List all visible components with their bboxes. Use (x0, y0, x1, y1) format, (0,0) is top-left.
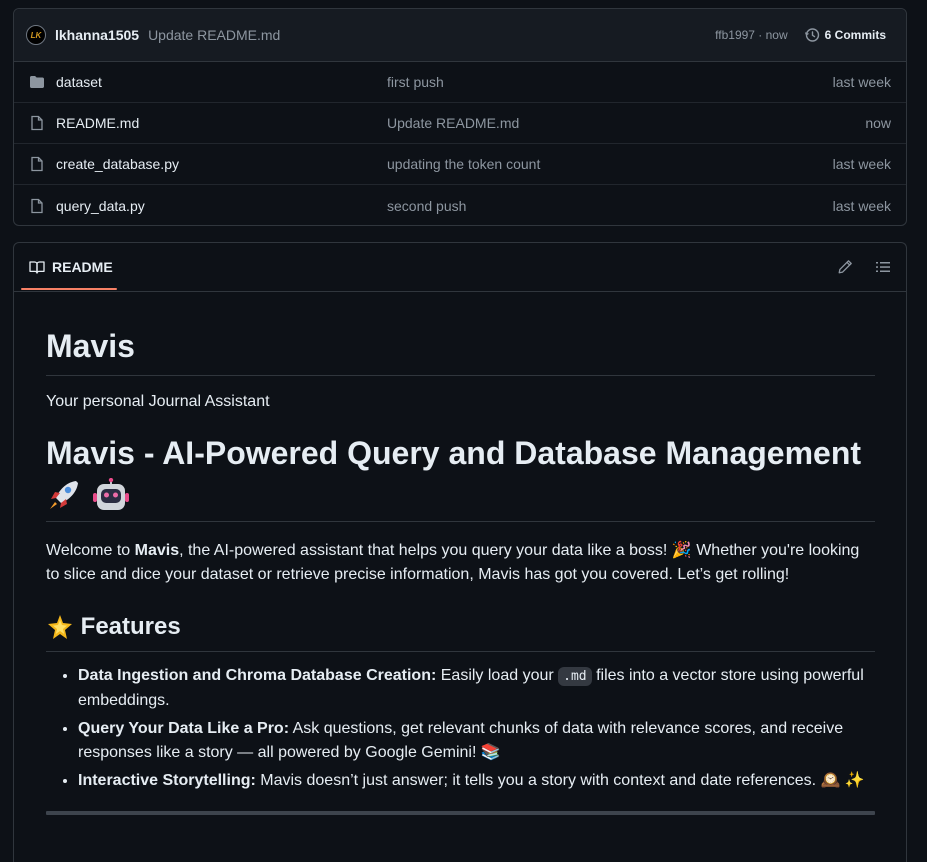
intro-prefix: Welcome to (46, 541, 135, 559)
file-commit-message[interactable]: updating the token count (387, 156, 540, 172)
file-icon (29, 156, 45, 172)
commit-author[interactable]: lkhanna1505 (55, 27, 139, 43)
glowing-star-icon (48, 615, 72, 640)
robot-icon (92, 478, 129, 511)
inline-code: .md (558, 666, 592, 686)
commits-count-label: 6 Commits (824, 28, 886, 42)
file-name[interactable]: query_data.py (56, 198, 387, 214)
file-commit-message[interactable]: Update README.md (387, 115, 519, 131)
file-date: last week (832, 74, 891, 90)
features-list: Data Ingestion and Chroma Database Creat… (46, 664, 875, 793)
list-item: Query Your Data Like a Pro: Ask question… (78, 717, 875, 765)
readme-intro: Welcome to Mavis, the AI-powered assista… (46, 539, 875, 587)
readme-header: README (14, 243, 906, 292)
intro-bold: Mavis (134, 541, 180, 559)
file-name[interactable]: README.md (56, 115, 387, 131)
file-row-dataset[interactable]: dataset first push last week (14, 62, 906, 103)
readme-tagline: Your personal Journal Assistant (46, 392, 270, 410)
main-heading-text: Mavis - AI-Powered Query and Database Ma… (46, 434, 862, 471)
tab-readme[interactable]: README (29, 243, 113, 292)
author-avatar[interactable]: LK (26, 25, 46, 45)
readme-title: Mavis (46, 328, 875, 376)
file-icon (29, 115, 45, 131)
feature-title: Query Your Data Like a Pro: (78, 719, 290, 737)
latest-commit-bar: LK lkhanna1505 Update README.md ffb1997 … (14, 9, 906, 62)
file-row-query-data[interactable]: query_data.py second push last week (14, 185, 906, 226)
active-tab-indicator (21, 288, 117, 290)
file-commit-message[interactable]: first push (387, 74, 444, 90)
list-item: Data Ingestion and Chroma Database Creat… (78, 664, 875, 713)
file-list: LK lkhanna1505 Update README.md ffb1997 … (13, 8, 907, 226)
commit-message[interactable]: Update README.md (148, 27, 280, 43)
feature-text: Mavis doesn’t just answer; it tells you … (255, 771, 865, 789)
book-icon (29, 261, 45, 274)
tab-readme-label: README (52, 259, 113, 275)
commit-hash-time[interactable]: ffb1997 · now (715, 28, 788, 42)
file-name[interactable]: create_database.py (56, 156, 387, 172)
feature-title: Data Ingestion and Chroma Database Creat… (78, 666, 437, 684)
file-icon (29, 198, 45, 214)
features-heading-text: Features (80, 612, 181, 640)
readme-panel: README Mavis Your personal Journal Assis… (13, 242, 907, 862)
commits-history-button[interactable]: 6 Commits (804, 27, 886, 43)
edit-pencil-icon[interactable] (837, 259, 853, 275)
outline-list-icon[interactable] (875, 259, 891, 275)
feature-title: Interactive Storytelling: (78, 771, 256, 789)
file-commit-message[interactable]: second push (387, 198, 466, 214)
file-row-readme[interactable]: README.md Update README.md now (14, 103, 906, 144)
features-heading: Features (46, 611, 875, 652)
file-row-create-database[interactable]: create_database.py updating the token co… (14, 144, 906, 185)
readme-main-heading: Mavis - AI-Powered Query and Database Ma… (46, 433, 875, 522)
feature-text: Easily load your (436, 666, 559, 684)
readme-content: Mavis Your personal Journal Assistant Ma… (14, 328, 906, 815)
file-name[interactable]: dataset (56, 74, 387, 90)
rocket-icon (50, 481, 78, 510)
horizontal-rule (46, 810, 875, 815)
file-date: now (865, 115, 891, 131)
list-item: Interactive Storytelling: Mavis doesn’t … (78, 769, 875, 793)
folder-icon (29, 74, 45, 90)
history-icon (804, 28, 819, 42)
file-date: last week (832, 156, 891, 172)
file-date: last week (832, 197, 891, 214)
